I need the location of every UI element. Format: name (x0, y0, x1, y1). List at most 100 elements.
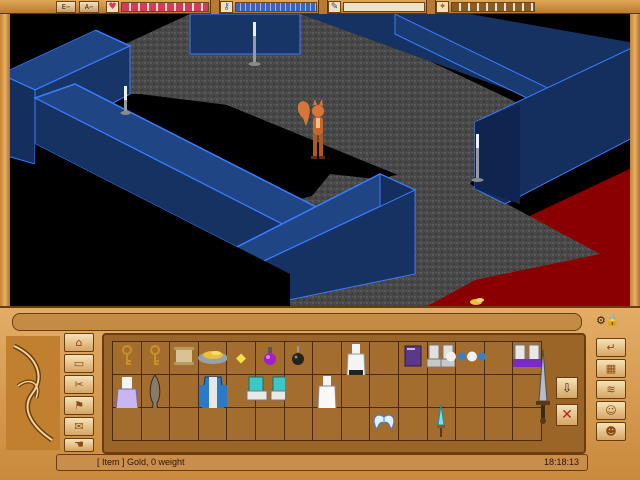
inventory-slot[interactable] (456, 408, 485, 441)
map-icon: ▦ (605, 362, 617, 375)
home-button[interactable]: ⌂ (64, 333, 94, 352)
close-icon: ✕ (561, 407, 573, 423)
backpack-icon: ⚑ (74, 399, 84, 412)
close-inventory-button[interactable]: ✕ (556, 404, 578, 426)
inventory-slot[interactable] (370, 342, 399, 375)
hand-icon: ☚ (74, 438, 84, 451)
people-icon: ☺ (605, 404, 617, 417)
scroll-down-button[interactable]: ⇩ (556, 377, 578, 399)
feather-icon: ✎ (328, 1, 341, 13)
scroll-icon: ≋ (606, 383, 616, 396)
game-clock: 18:18:13 (543, 457, 579, 467)
inventory-slot[interactable] (313, 408, 342, 441)
hand-button[interactable]: ☚ (64, 438, 94, 452)
parchment-scroll-item[interactable] (173, 345, 195, 371)
inventory-slot[interactable] (370, 408, 399, 441)
brass-key-item[interactable] (121, 345, 133, 371)
inventory-slot[interactable] (398, 408, 428, 441)
inventory-slot[interactable] (484, 408, 514, 441)
chat-button[interactable]: ✉ (64, 417, 94, 436)
enter-button[interactable]: ↵ (596, 338, 626, 357)
status-bar: [ Item ] Gold, 0 weight 18:18:13 (56, 454, 588, 471)
purple-book-item[interactable] (404, 345, 422, 371)
rank-bar (451, 2, 535, 12)
purple-potion-item[interactable] (263, 345, 277, 371)
inventory-slot[interactable] (255, 408, 285, 441)
inventory-slot[interactable] (484, 342, 514, 375)
ornament-decoration (6, 336, 60, 450)
inventory-slot[interactable] (398, 375, 428, 408)
inventory-slot[interactable] (255, 342, 285, 375)
inventory-slot[interactable] (427, 404, 457, 443)
people-button[interactable]: ☺ (596, 401, 626, 420)
inventory-slot[interactable] (246, 375, 292, 408)
heart-icon: ♥ (106, 1, 119, 13)
enter-icon: ↵ (606, 341, 616, 354)
yellow-gem-item[interactable] (236, 349, 247, 368)
inventory-slot[interactable] (113, 375, 142, 432)
inventory-slot[interactable] (284, 342, 314, 375)
inventory-slot[interactable] (284, 408, 314, 441)
inventory-slot[interactable] (427, 375, 457, 408)
chat-input-slot[interactable] (12, 313, 582, 331)
inventory-slot[interactable] (370, 375, 399, 408)
inventory-slot[interactable] (341, 408, 371, 441)
inventory-slot[interactable] (313, 342, 342, 375)
bar-divider (426, 0, 436, 14)
stats-a-button[interactable]: A∽ (79, 1, 99, 13)
stats-e-button[interactable]: E∽ (56, 1, 76, 13)
party-button[interactable]: ☻ (596, 422, 626, 441)
inventory-slot[interactable] (456, 375, 485, 408)
star-arrow-icon: ✦ (436, 1, 449, 13)
gold-pile-item[interactable] (196, 347, 230, 369)
inventory-slot[interactable] (445, 342, 495, 375)
inventory-slot[interactable] (170, 375, 199, 408)
experience-bar (343, 2, 425, 12)
inventory-slot[interactable] (170, 408, 199, 441)
status-text: [ Item ] Gold, 0 weight (97, 457, 185, 467)
inventory-slot[interactable] (284, 375, 314, 408)
back-wall (189, 14, 301, 55)
inventory-slot[interactable] (113, 342, 142, 375)
inventory-panel: ⇩ ✕ (102, 333, 586, 454)
cyan-dagger-item[interactable] (436, 404, 446, 443)
tools-button[interactable]: ✂ (64, 375, 94, 394)
steel-sword-item[interactable] (534, 348, 552, 429)
inventory-slot[interactable] (198, 408, 228, 441)
folder-icon: ▭ (73, 357, 85, 370)
backpack-button[interactable]: ⚑ (64, 396, 94, 415)
inventory-slot[interactable] (170, 342, 199, 375)
health-bar (121, 2, 209, 12)
inventory-slot[interactable] (141, 342, 171, 375)
black-bomb-item[interactable] (291, 345, 305, 371)
chat-icon: ✉ (74, 420, 84, 433)
inventory-slot[interactable] (313, 375, 342, 433)
inventory-slot[interactable] (141, 374, 171, 434)
folder-button[interactable]: ▭ (64, 354, 94, 373)
game-viewport[interactable] (0, 14, 640, 310)
inventory-slot[interactable] (198, 375, 228, 432)
inventory-slot[interactable] (196, 342, 230, 375)
map-button[interactable]: ▦ (596, 359, 626, 378)
down-arrow-icon: ⇩ (561, 381, 573, 395)
mana-bar (235, 2, 317, 12)
inventory-grid (112, 341, 542, 441)
tools-icon: ✂ (74, 378, 84, 391)
inventory-slot[interactable] (113, 408, 142, 441)
inventory-slot[interactable] (141, 408, 171, 441)
party-icon: ☻ (605, 425, 617, 438)
top-status-bar: E∽ A∽ ♥ ⚷ ✎ ✦ (0, 0, 640, 14)
bar-divider (318, 0, 328, 14)
inventory-slot[interactable] (227, 408, 256, 441)
inventory-slot[interactable] (341, 342, 371, 399)
inventory-slot[interactable] (341, 375, 371, 408)
settings-icons[interactable]: ⚙🔒 (596, 314, 626, 328)
inventory-slot[interactable] (227, 342, 256, 375)
home-icon: ⌂ (75, 336, 83, 349)
inventory-slot[interactable] (398, 342, 428, 375)
angel-wings-item[interactable] (371, 411, 397, 437)
brass-key-item[interactable] (149, 345, 161, 371)
inventory-slot[interactable] (484, 375, 514, 408)
bar-divider (210, 0, 220, 14)
scroll-button[interactable]: ≋ (596, 380, 626, 399)
